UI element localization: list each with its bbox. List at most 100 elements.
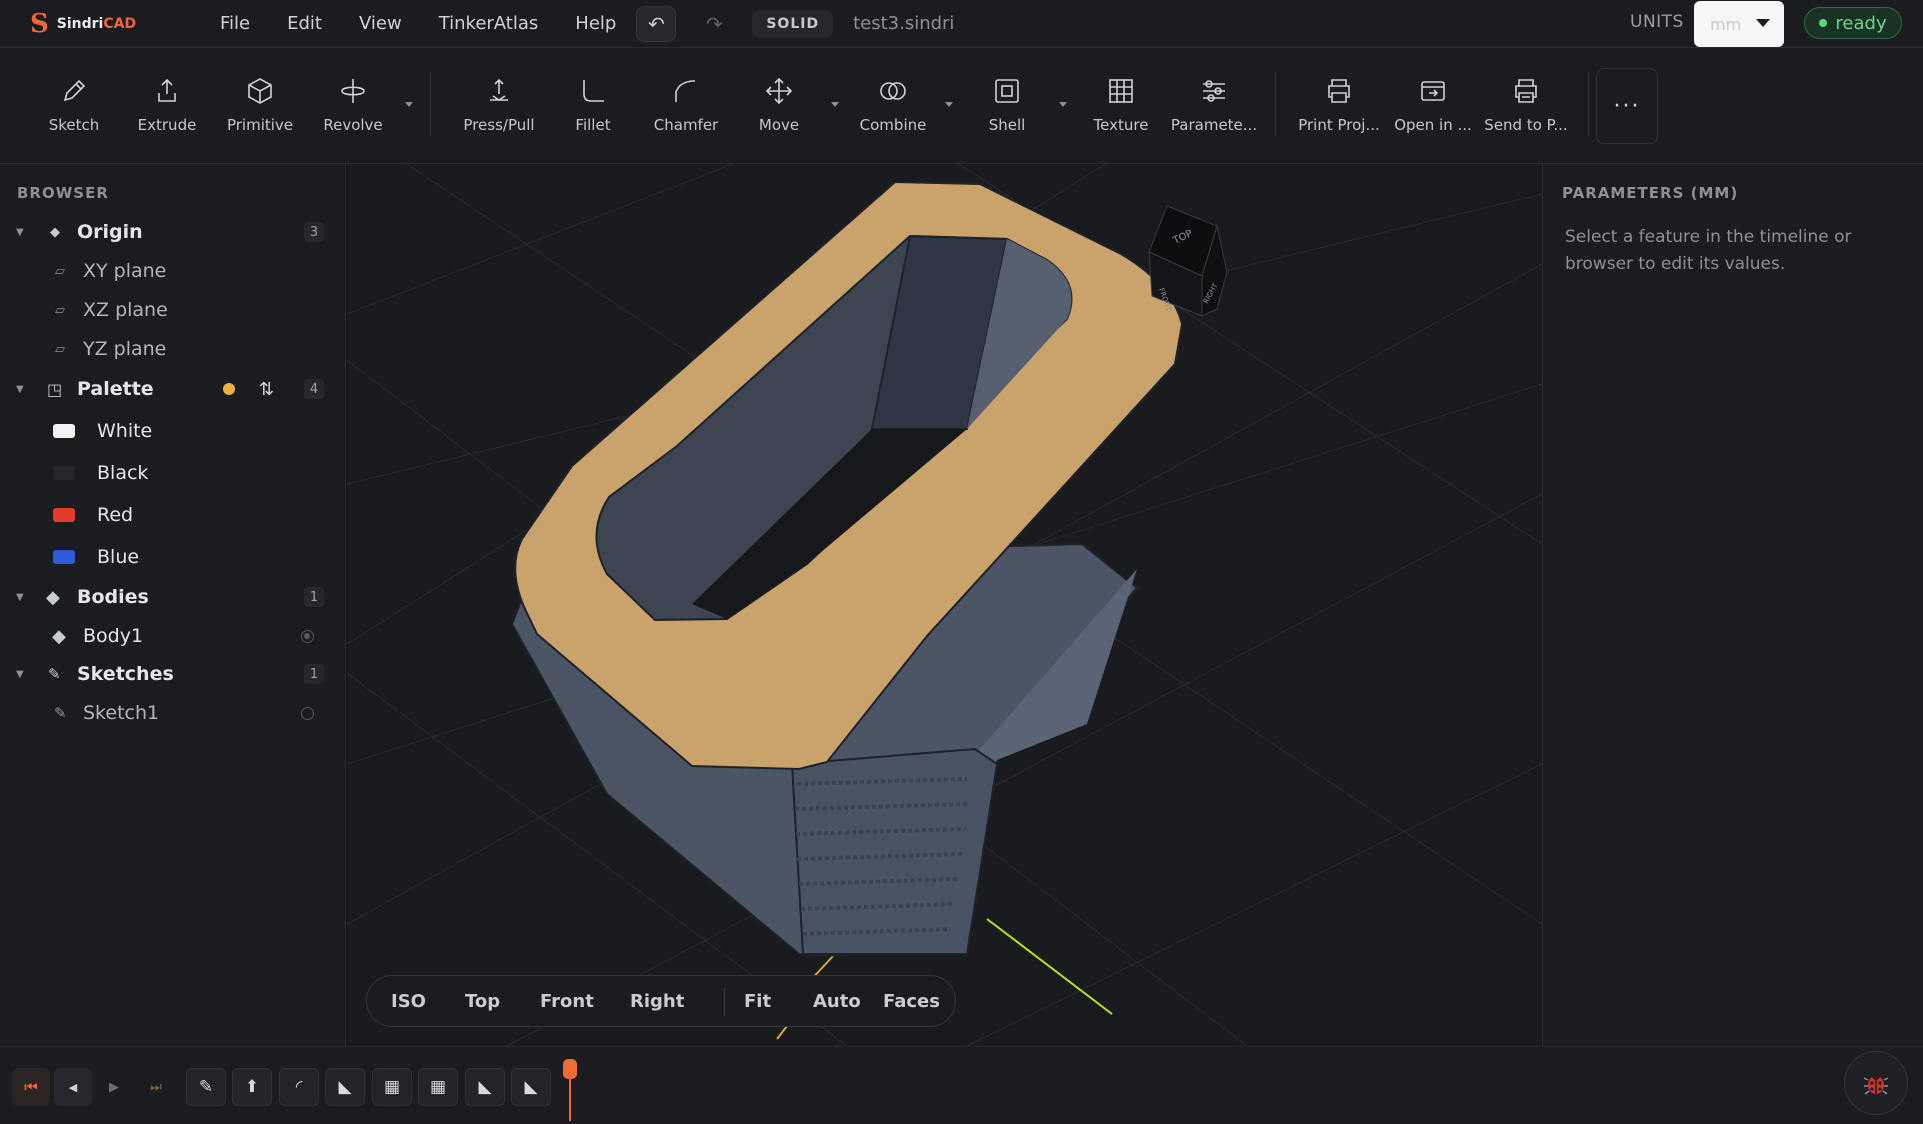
tree-item-xz-plane[interactable]: ▱ XZ plane bbox=[0, 294, 346, 326]
sketch-tool-button[interactable]: Sketch bbox=[27, 74, 121, 134]
tree-item-xy-plane[interactable]: ▱ XY plane bbox=[0, 255, 346, 287]
combine-tool-button[interactable]: Combine bbox=[846, 74, 940, 134]
open-in-icon bbox=[1421, 81, 1445, 101]
color-label: Blue bbox=[97, 546, 140, 568]
tree-item-body1[interactable]: ◆ Body1 bbox=[0, 620, 346, 652]
body-icon: ◆ bbox=[46, 586, 60, 608]
move-tool-button[interactable]: Move bbox=[732, 74, 826, 134]
extrude-tool-button[interactable]: Extrude bbox=[120, 74, 214, 134]
view-auto-button[interactable]: Auto bbox=[813, 991, 861, 1012]
tree-node-bodies[interactable]: ▼ ◆ Bodies 1 bbox=[0, 581, 346, 613]
redo-icon: ↷ bbox=[705, 11, 723, 36]
units-select[interactable]: mm bbox=[1694, 1, 1784, 47]
view-cube[interactable]: TOP FRONT RIGHT bbox=[1148, 205, 1228, 317]
timeline-prev-button[interactable]: ◀ bbox=[54, 1068, 92, 1106]
timeline-extrude-feature[interactable]: ⬆ bbox=[232, 1068, 272, 1106]
tool-label: Print Proj... bbox=[1298, 116, 1380, 134]
color-label: White bbox=[97, 420, 153, 442]
toolbar-divider bbox=[1588, 72, 1589, 136]
expand-arrow-icon[interactable]: ▼ bbox=[16, 384, 24, 395]
palette-color-red[interactable]: Red bbox=[0, 499, 346, 531]
move-dropdown-icon[interactable] bbox=[831, 102, 839, 107]
menu-edit[interactable]: Edit bbox=[287, 13, 322, 34]
send-printer-icon bbox=[1515, 79, 1537, 103]
timeline-first-button[interactable]: ⏮ bbox=[12, 1068, 50, 1106]
timeline-sketch-feature[interactable]: ✎ bbox=[186, 1068, 226, 1106]
palette-color-white[interactable]: White bbox=[0, 415, 346, 447]
expand-arrow-icon[interactable]: ▼ bbox=[16, 592, 24, 603]
sindri-cad-app: S SindriCAD File Edit View TinkerAtlas H… bbox=[0, 0, 1923, 1124]
feature-timeline: ⏮ ◀ ▶ ⏭ ✎ ⬆ ◜ ◣ ▦ ▦ ◣ ◣ bbox=[0, 1046, 1923, 1124]
texture-tool-button[interactable]: Texture bbox=[1074, 74, 1168, 134]
print-project-tool-button[interactable]: Print Proj... bbox=[1292, 74, 1386, 134]
view-front-button[interactable]: Front bbox=[540, 991, 594, 1012]
visibility-toggle[interactable] bbox=[301, 706, 314, 720]
press-pull-tool-button[interactable]: Press/Pull bbox=[452, 74, 546, 134]
tree-node-origin[interactable]: ▼ ◆ Origin 3 bbox=[0, 216, 346, 248]
skip-end-icon: ⏭ bbox=[150, 1079, 162, 1095]
bug-report-button[interactable] bbox=[1844, 1051, 1908, 1115]
3d-viewport[interactable]: TOP FRONT RIGHT ISO Top Front Right Fit … bbox=[347, 164, 1542, 1046]
more-tools-button[interactable]: ··· bbox=[1596, 68, 1658, 144]
press-pull-icon bbox=[490, 78, 508, 101]
view-top-button[interactable]: Top bbox=[465, 991, 500, 1012]
cube-icon bbox=[248, 78, 272, 104]
parameters-tool-button[interactable]: Paramete... bbox=[1167, 74, 1261, 134]
palette-icon: ◳ bbox=[47, 379, 63, 399]
timeline-last-button[interactable]: ⏭ bbox=[141, 1068, 171, 1106]
palette-modified-dot-icon bbox=[223, 383, 235, 395]
timeline-chamfer-feature[interactable]: ◣ bbox=[465, 1068, 505, 1106]
menu-help[interactable]: Help bbox=[575, 13, 616, 34]
sketch-icon: ✎ bbox=[48, 665, 61, 683]
combine-dropdown-icon[interactable] bbox=[945, 102, 953, 107]
timeline-next-button[interactable]: ▶ bbox=[99, 1068, 129, 1106]
tool-label: Combine bbox=[859, 116, 927, 134]
palette-color-blue[interactable]: Blue bbox=[0, 541, 346, 573]
tool-label: Open in ... bbox=[1394, 116, 1472, 134]
open-in-tool-button[interactable]: Open in ... bbox=[1386, 74, 1480, 134]
plane-label: XZ plane bbox=[83, 299, 168, 321]
menu-file[interactable]: File bbox=[220, 13, 250, 34]
tree-item-sketch1[interactable]: ✎ Sketch1 bbox=[0, 697, 346, 729]
visibility-toggle[interactable] bbox=[301, 629, 314, 643]
browser-title: BROWSER bbox=[17, 184, 109, 202]
y-axis-line-lower bbox=[776, 1025, 788, 1040]
tool-label: Move bbox=[758, 116, 800, 134]
mode-badge[interactable]: SOLID bbox=[752, 9, 834, 38]
shell-tool-button[interactable]: Shell bbox=[960, 74, 1054, 134]
shell-dropdown-icon[interactable] bbox=[1059, 102, 1067, 107]
primitive-tool-button[interactable]: Primitive bbox=[213, 74, 307, 134]
menu-tinkeratlas[interactable]: TinkerAtlas bbox=[439, 13, 539, 34]
timeline-chamfer-feature[interactable]: ◣ bbox=[325, 1068, 365, 1106]
tool-label: Chamfer bbox=[653, 116, 719, 134]
chamfer-tool-button[interactable]: Chamfer bbox=[639, 74, 733, 134]
revolve-tool-button[interactable]: Revolve bbox=[306, 74, 400, 134]
playhead-handle[interactable] bbox=[563, 1059, 577, 1079]
units-label: UNITS bbox=[1630, 12, 1684, 32]
tree-item-yz-plane[interactable]: ▱ YZ plane bbox=[0, 333, 346, 365]
timeline-texture-feature[interactable]: ▦ bbox=[372, 1068, 412, 1106]
timeline-chamfer-feature[interactable]: ◣ bbox=[511, 1068, 551, 1106]
redo-button[interactable]: ↷ bbox=[694, 6, 734, 42]
tree-node-palette[interactable]: ▼ ◳ Palette ⇅ 4 bbox=[0, 373, 346, 405]
revolve-dropdown-icon[interactable] bbox=[405, 102, 413, 107]
tree-node-sketches[interactable]: ▼ ✎ Sketches 1 bbox=[0, 658, 346, 690]
brand-prefix: Sindri bbox=[56, 15, 104, 32]
view-faces-button[interactable]: Faces bbox=[883, 991, 940, 1012]
sort-arrows-icon[interactable]: ⇅ bbox=[259, 379, 274, 400]
expand-arrow-icon[interactable]: ▼ bbox=[16, 669, 24, 680]
palette-color-black[interactable]: Black bbox=[0, 457, 346, 489]
undo-button[interactable]: ↶ bbox=[636, 5, 677, 42]
view-right-button[interactable]: Right bbox=[630, 991, 684, 1012]
model-canvas[interactable]: TOP FRONT RIGHT bbox=[347, 164, 1542, 1046]
send-to-printer-tool-button[interactable]: Send to P... bbox=[1479, 74, 1573, 134]
timeline-fillet-feature[interactable]: ◜ bbox=[279, 1068, 319, 1106]
view-iso-button[interactable]: ISO bbox=[391, 991, 426, 1012]
tool-label: Revolve bbox=[323, 116, 383, 134]
menu-view[interactable]: View bbox=[359, 13, 402, 34]
fillet-tool-button[interactable]: Fillet bbox=[546, 74, 640, 134]
view-fit-button[interactable]: Fit bbox=[744, 991, 771, 1012]
timeline-texture-feature[interactable]: ▦ bbox=[418, 1068, 458, 1106]
expand-arrow-icon[interactable]: ▼ bbox=[16, 227, 24, 238]
timeline-playhead[interactable] bbox=[563, 1059, 577, 1124]
